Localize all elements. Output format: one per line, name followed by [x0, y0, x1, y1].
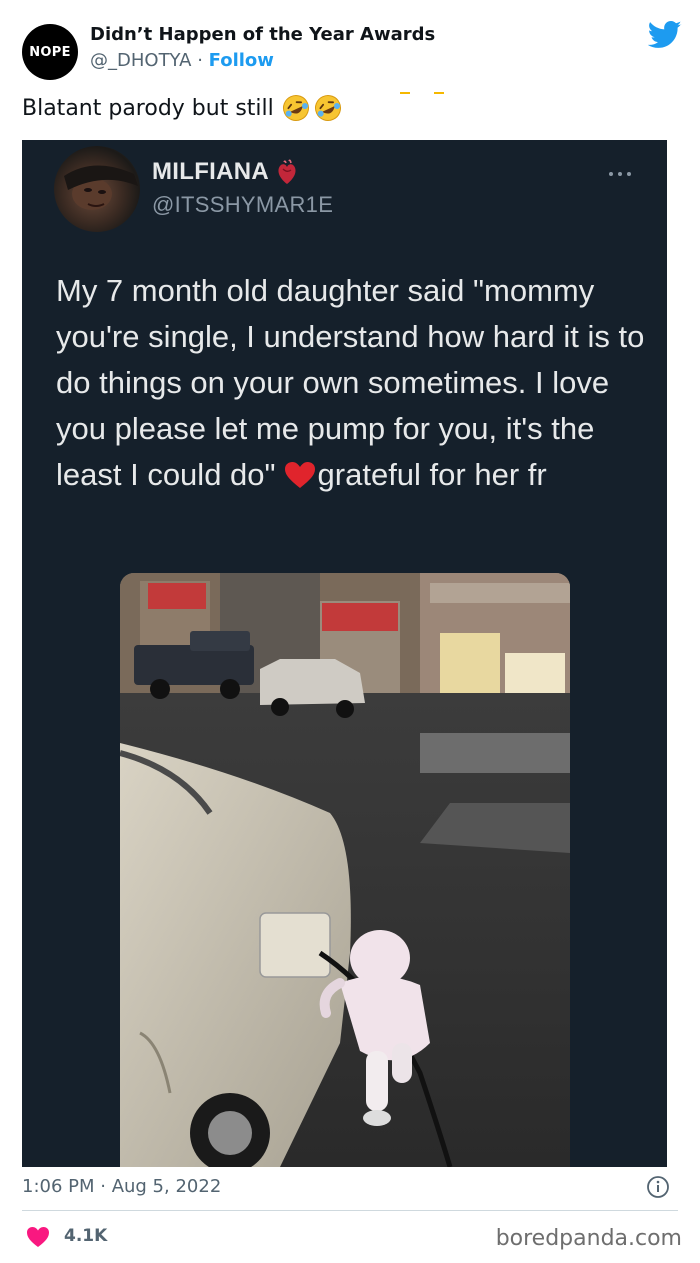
red-heart-emoji-icon [284, 462, 315, 488]
heart-icon[interactable] [26, 1226, 50, 1248]
tweet-timestamp[interactable]: 1:06 PM · Aug 5, 2022 [22, 1176, 221, 1197]
author-avatar[interactable]: NOPE [22, 24, 78, 80]
avatar-portrait-icon [64, 165, 138, 210]
separator: · [191, 50, 209, 71]
author-handle-line: @_DHOTYA · Follow [90, 50, 274, 71]
embedded-display-name: MILFIANA [152, 158, 299, 186]
caption-text: Blatant parody but still [22, 95, 274, 121]
divider [22, 1210, 678, 1211]
embedded-handle: @ITSSHYMAR1E [152, 192, 334, 217]
decorative-dashes [400, 92, 450, 98]
info-icon[interactable] [646, 1175, 670, 1199]
boredpanda-watermark: boredpanda.com [495, 1226, 682, 1251]
embedded-name-text: MILFIANA [152, 158, 270, 185]
embedded-text-tail: grateful for her fr [317, 457, 547, 492]
like-count[interactable]: 4.1K [64, 1226, 107, 1246]
follow-link[interactable]: Follow [209, 50, 274, 71]
laughing-emoji-icon [282, 95, 309, 121]
embedded-tweet-text: My 7 month old daughter said "mommy you'… [56, 268, 646, 498]
author-handle[interactable]: @_DHOTYA [90, 50, 191, 71]
gas-station-photo[interactable] [120, 573, 570, 1167]
anatomical-heart-icon [278, 159, 296, 184]
more-icon [609, 172, 631, 176]
twitter-bird-icon[interactable] [648, 20, 682, 50]
tweet-header: NOPE Didn’t Happen of the Year Awards @_… [22, 20, 682, 80]
author-name[interactable]: Didn’t Happen of the Year Awards [90, 24, 435, 45]
embedded-tweet-screenshot[interactable]: MILFIANA @ITSSHYMAR1E My 7 month old dau… [22, 140, 667, 1167]
tweet-caption: Blatant parody but still [22, 94, 342, 122]
photo-illustration [120, 573, 570, 1167]
embedded-avatar [54, 146, 140, 232]
laughing-emoji-icon [314, 95, 341, 121]
